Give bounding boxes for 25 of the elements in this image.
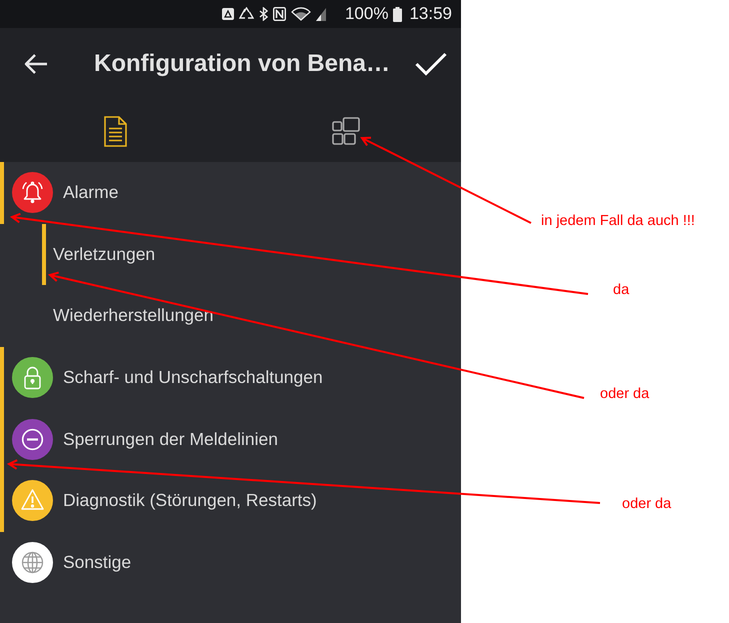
category-label[interactable]: Sonstige [63,552,132,573]
bluetooth-icon [258,7,268,21]
category-label[interactable]: Diagnostik (Störungen, Restarts) [63,490,317,512]
nfc-icon [272,7,286,21]
signal-icon [316,7,326,21]
subcategory-label[interactable]: Verletzungen [53,244,156,265]
battery-icon [393,6,402,22]
annotation-label: oder da [622,495,672,514]
screen-title: Konfiguration von Bena… [94,49,391,79]
annotation-label: da [613,281,630,300]
status-time: 13:59 [409,4,452,24]
category-label[interactable]: Sperrungen der Meldelinien [63,428,278,450]
recycle-icon [238,7,254,21]
confirm-button[interactable] [415,52,447,76]
recycle-badge-icon [222,7,234,21]
back-button[interactable] [24,53,48,75]
subcategory-label[interactable]: Wiederherstellungen [53,305,214,326]
battery-percent: 100% [344,4,388,24]
annotation-label: in jedem Fall da auch !!! [541,212,695,231]
category-label[interactable]: Alarme [63,182,118,204]
wifi-icon [290,7,311,21]
back-arrow-icon [24,53,48,75]
category-label[interactable]: Scharf- und Unscharfschaltungen [63,367,323,388]
checkmark-icon [415,52,447,76]
annotation-label: oder da [600,385,650,404]
